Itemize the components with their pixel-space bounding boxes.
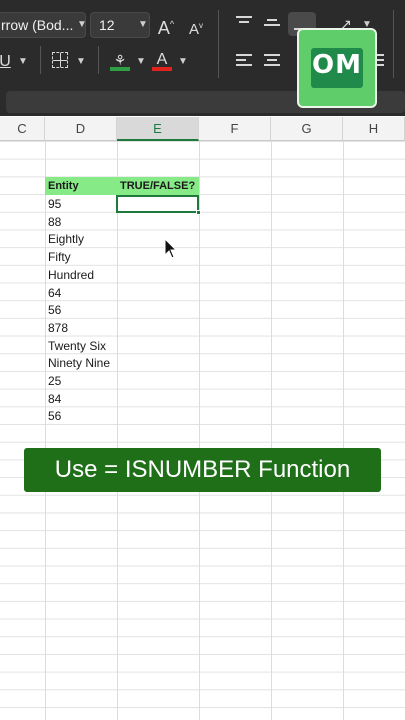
align-middle-icon[interactable] [264,16,280,30]
logo-text: OM [312,50,362,80]
column-header-h[interactable]: H [343,117,405,141]
cell-entity[interactable]: Fifty [45,248,117,266]
cell-entity[interactable]: Eightly [45,230,117,248]
increase-font-size-button[interactable]: A^ [156,14,176,38]
cell-entity[interactable]: 878 [45,319,117,337]
align-left-icon[interactable] [236,54,252,68]
chevron-down-icon[interactable]: ▼ [138,19,148,30]
chevron-down-icon[interactable]: ▼ [136,56,146,67]
cell-e-header[interactable]: TRUE/FALSE? [117,177,199,195]
tip-banner: Use = ISNUMBER Function [24,448,381,492]
toolbar-divider [98,46,99,74]
font-color-swatch [152,67,172,71]
fill-color-button[interactable]: ⚘ [110,50,130,72]
chevron-down-icon[interactable]: ▼ [77,19,87,30]
align-center-icon[interactable] [264,54,280,68]
fill-color-swatch [110,67,130,71]
font-color-button[interactable]: A [152,50,172,72]
toolbar-divider [393,10,394,78]
gridline [271,141,272,720]
cell-entity[interactable]: 88 [45,213,117,231]
cell-entity[interactable]: 64 [45,284,117,302]
cell-entity[interactable]: 84 [45,390,117,408]
cell-entity[interactable]: 25 [45,372,117,390]
cell-entity[interactable]: Twenty Six [45,337,117,355]
cell-d-header[interactable]: Entity [45,177,117,195]
fill-handle[interactable] [196,210,201,215]
column-header-c[interactable]: C [0,117,45,141]
borders-icon[interactable] [52,52,68,68]
cell-entity[interactable]: 95 [45,195,117,213]
cell-entity[interactable]: Hundred [45,266,117,284]
gridline [117,141,118,720]
align-top-icon[interactable] [236,16,252,30]
column-header-g[interactable]: G [271,117,343,141]
chevron-down-icon[interactable]: ▼ [76,56,86,67]
underline-button[interactable]: U [0,52,12,72]
font-name-select[interactable]: rrow (Bod... [0,12,86,38]
column-header-e[interactable]: E [117,117,199,141]
decrease-font-size-button[interactable]: Av [186,16,206,40]
cell-entity[interactable]: 56 [45,301,117,319]
selected-cell-e[interactable] [116,195,199,213]
gridline [343,141,344,720]
column-header-d[interactable]: D [45,117,117,141]
column-header-f[interactable]: F [199,117,271,141]
mouse-pointer-icon [164,238,178,259]
gridline [199,141,200,720]
toolbar-divider [40,46,41,74]
chevron-down-icon[interactable]: ▼ [178,56,188,67]
cell-entity[interactable]: 56 [45,407,117,425]
channel-logo: OM [297,28,377,108]
chevron-down-icon[interactable]: ▼ [18,56,28,67]
cell-entity[interactable]: Ninety Nine [45,354,117,372]
toolbar-divider [218,46,219,74]
